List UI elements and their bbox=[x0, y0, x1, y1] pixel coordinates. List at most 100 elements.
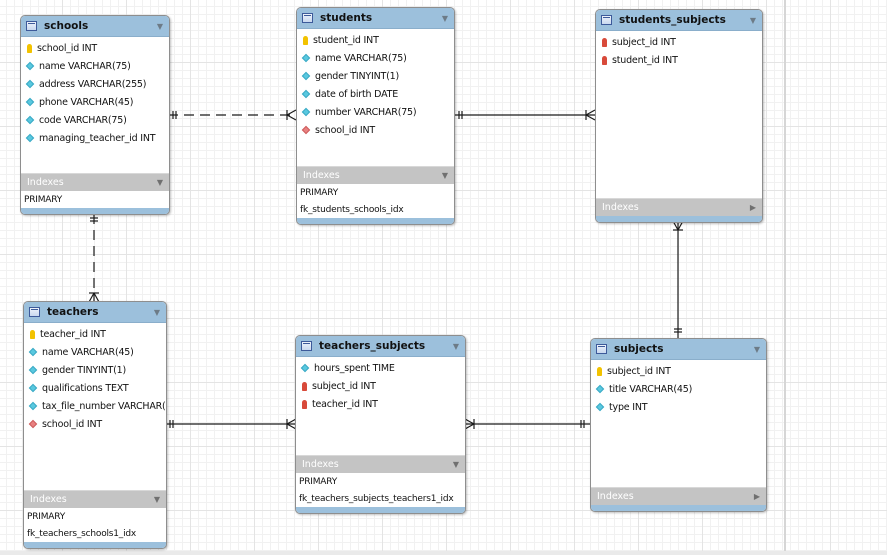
collapse-arrow-icon[interactable]: ▼ bbox=[453, 342, 459, 351]
table-teachers-subjects[interactable]: teachers_subjects ▼ hours_spent TIME sub… bbox=[295, 335, 466, 514]
table-students-subjects[interactable]: students_subjects ▼ subject_id INT stude… bbox=[595, 9, 763, 223]
rel-students-students-subjects[interactable] bbox=[454, 109, 596, 121]
column-row[interactable]: name VARCHAR(75) bbox=[297, 49, 454, 67]
column-row[interactable]: gender TINYINT(1) bbox=[24, 361, 166, 379]
collapse-arrow-icon[interactable]: ▼ bbox=[754, 345, 760, 354]
column-row[interactable]: student_id INT bbox=[297, 31, 454, 49]
collapse-arrow-icon[interactable]: ▼ bbox=[157, 22, 163, 31]
column-label: school_id INT bbox=[42, 418, 103, 430]
table-teachers[interactable]: teachers ▼ teacher_id INT name VARCHAR(4… bbox=[23, 301, 167, 549]
foreign-column-diamond-icon bbox=[28, 419, 38, 429]
collapse-arrow-icon[interactable]: ▼ bbox=[157, 178, 163, 187]
column-label: school_id INT bbox=[315, 124, 376, 136]
column-label: code VARCHAR(75) bbox=[39, 114, 127, 126]
table-header[interactable]: teachers ▼ bbox=[24, 302, 166, 323]
column-row[interactable]: subject_id INT bbox=[596, 33, 762, 51]
column-row[interactable]: subject_id INT bbox=[296, 377, 465, 395]
index-item[interactable]: fk_students_schools_idx bbox=[297, 201, 454, 218]
indexes-label: Indexes bbox=[597, 491, 634, 502]
table-subjects[interactable]: subjects ▼ subject_id INT title VARCHAR(… bbox=[590, 338, 767, 512]
column-diamond-icon bbox=[25, 115, 35, 125]
index-item[interactable]: fk_teachers_subjects_teachers1_idx bbox=[296, 490, 465, 507]
table-header[interactable]: students_subjects ▼ bbox=[596, 10, 762, 31]
table-footer bbox=[591, 505, 766, 511]
column-label: title VARCHAR(45) bbox=[609, 383, 693, 395]
column-row[interactable]: qualifications TEXT bbox=[24, 379, 166, 397]
column-row[interactable]: teacher_id INT bbox=[296, 395, 465, 413]
table-students[interactable]: students ▼ student_id INT name VARCHAR(7… bbox=[296, 7, 455, 225]
diagram-canvas[interactable]: schools ▼ school_id INT name VARCHAR(75)… bbox=[0, 0, 887, 555]
foreign-key-icon bbox=[302, 381, 307, 391]
column-label: name VARCHAR(75) bbox=[315, 52, 407, 64]
index-item[interactable]: PRIMARY bbox=[296, 473, 465, 490]
indexes-bar[interactable]: Indexes ▶ bbox=[591, 487, 766, 505]
column-diamond-icon bbox=[28, 347, 38, 357]
column-row[interactable]: tax_file_number VARCHAR(75) bbox=[24, 397, 166, 415]
index-item[interactable]: fk_teachers_schools1_idx bbox=[24, 525, 166, 542]
column-row[interactable]: hours_spent TIME bbox=[296, 359, 465, 377]
rel-schools-students[interactable] bbox=[168, 109, 297, 121]
indexes-bar[interactable]: Indexes ▼ bbox=[21, 173, 169, 191]
column-row[interactable]: managing_teacher_id INT bbox=[21, 129, 169, 147]
column-diamond-icon bbox=[595, 402, 605, 412]
column-label: address VARCHAR(255) bbox=[39, 78, 147, 90]
column-row[interactable]: date of birth DATE bbox=[297, 85, 454, 103]
column-row[interactable]: teacher_id INT bbox=[24, 325, 166, 343]
collapse-arrow-icon[interactable]: ▼ bbox=[154, 495, 160, 504]
collapse-arrow-icon[interactable]: ▼ bbox=[442, 14, 448, 23]
column-row[interactable]: subject_id INT bbox=[591, 362, 766, 380]
column-label: subject_id INT bbox=[612, 36, 676, 48]
column-label: qualifications TEXT bbox=[42, 382, 129, 394]
table-footer bbox=[596, 216, 762, 222]
column-row[interactable]: school_id INT bbox=[21, 39, 169, 57]
foreign-key-icon bbox=[602, 37, 607, 47]
rel-teachers-teachers-subjects[interactable] bbox=[165, 418, 297, 430]
column-row[interactable]: phone VARCHAR(45) bbox=[21, 93, 169, 111]
rel-subjects-students-subjects[interactable] bbox=[672, 220, 684, 339]
table-header[interactable]: schools ▼ bbox=[21, 16, 169, 37]
column-label: tax_file_number VARCHAR(75) bbox=[42, 400, 167, 412]
column-row[interactable]: type INT bbox=[591, 398, 766, 416]
table-icon bbox=[596, 344, 607, 354]
column-label: teacher_id INT bbox=[40, 328, 106, 340]
table-schools[interactable]: schools ▼ school_id INT name VARCHAR(75)… bbox=[20, 15, 170, 215]
table-name: students_subjects bbox=[619, 14, 726, 26]
table-footer bbox=[24, 542, 166, 548]
table-icon bbox=[29, 307, 40, 317]
indexes-bar[interactable]: Indexes ▼ bbox=[24, 490, 166, 508]
collapse-arrow-icon[interactable]: ▼ bbox=[154, 308, 160, 317]
column-row[interactable]: school_id INT bbox=[24, 415, 166, 433]
collapse-arrow-icon[interactable]: ▼ bbox=[453, 460, 459, 469]
expand-arrow-icon[interactable]: ▶ bbox=[750, 203, 756, 212]
index-item[interactable]: PRIMARY bbox=[24, 508, 166, 525]
foreign-key-icon bbox=[602, 55, 607, 65]
table-icon bbox=[301, 341, 312, 351]
table-header[interactable]: students ▼ bbox=[297, 8, 454, 29]
column-label: date of birth DATE bbox=[315, 88, 399, 100]
column-row[interactable]: name VARCHAR(45) bbox=[24, 343, 166, 361]
collapse-arrow-icon[interactable]: ▼ bbox=[442, 171, 448, 180]
key-icon bbox=[303, 35, 308, 45]
column-row[interactable]: code VARCHAR(75) bbox=[21, 111, 169, 129]
column-row[interactable]: school_id INT bbox=[297, 121, 454, 139]
column-row[interactable]: address VARCHAR(255) bbox=[21, 75, 169, 93]
table-header[interactable]: subjects ▼ bbox=[591, 339, 766, 360]
column-row[interactable]: number VARCHAR(75) bbox=[297, 103, 454, 121]
collapse-arrow-icon[interactable]: ▼ bbox=[750, 16, 756, 25]
rel-schools-teachers[interactable] bbox=[88, 214, 100, 303]
expand-arrow-icon[interactable]: ▶ bbox=[754, 492, 760, 501]
column-row[interactable]: student_id INT bbox=[596, 51, 762, 69]
rel-subjects-teachers-subjects[interactable] bbox=[464, 418, 591, 430]
column-row[interactable]: title VARCHAR(45) bbox=[591, 380, 766, 398]
table-header[interactable]: teachers_subjects ▼ bbox=[296, 336, 465, 357]
column-diamond-icon bbox=[25, 79, 35, 89]
indexes-bar[interactable]: Indexes ▶ bbox=[596, 198, 762, 216]
column-diamond-icon bbox=[28, 365, 38, 375]
column-row[interactable]: name VARCHAR(75) bbox=[21, 57, 169, 75]
index-item[interactable]: PRIMARY bbox=[21, 191, 169, 208]
indexes-bar[interactable]: Indexes ▼ bbox=[297, 166, 454, 184]
column-row[interactable]: gender TINYINT(1) bbox=[297, 67, 454, 85]
key-icon bbox=[30, 329, 35, 339]
index-item[interactable]: PRIMARY bbox=[297, 184, 454, 201]
indexes-bar[interactable]: Indexes ▼ bbox=[296, 455, 465, 473]
